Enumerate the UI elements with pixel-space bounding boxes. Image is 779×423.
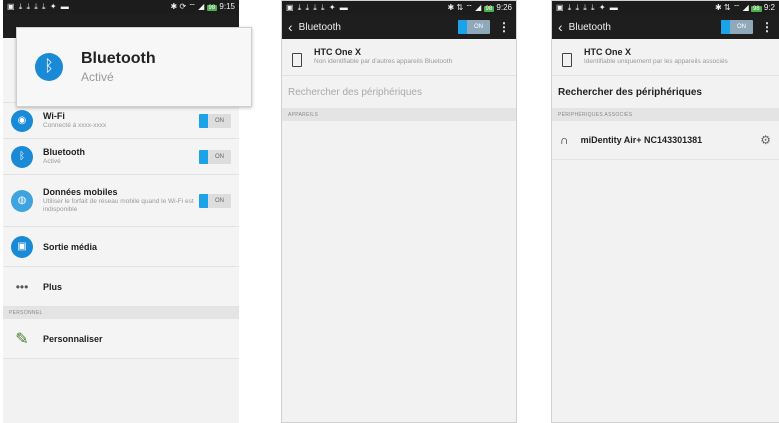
- battery-icon: 98: [483, 6, 495, 12]
- section-header-paired-devices: PÉRIPHÉRIQUES ASSOCIÉS: [552, 109, 779, 121]
- bluetooth-title: Bluetooth: [43, 146, 85, 157]
- clock: 9:2: [763, 3, 775, 12]
- clock: 9:15: [219, 2, 235, 11]
- notification-icons: ▣ ⤓ ⤓ ⤓ ⤓ ✦ ▬: [286, 3, 349, 12]
- more-title: Plus: [43, 281, 63, 292]
- clock: 9:26: [496, 3, 512, 12]
- phone-icon: [562, 53, 572, 67]
- headphones-icon: ∩: [560, 133, 569, 147]
- search-devices-button[interactable]: Rechercher des périphériques: [282, 76, 516, 109]
- status-icons: ✱ ⟳ ⌔ ◢ 98 9:15: [171, 2, 235, 12]
- mobile-data-subtitle: Utiliser le forfait de réseau mobile qua…: [43, 197, 194, 213]
- phone-screen-bluetooth-hidden: ▣ ⤓ ⤓ ⤓ ⤓ ✦ ▬ ✱ ⇅ ⌔ ◢ 98 9:26 ‹ Bluetoot…: [281, 0, 517, 423]
- toggle-knob: [199, 193, 208, 208]
- mobile-data-icon: ◍: [11, 189, 33, 212]
- back-arrow-icon[interactable]: ‹: [288, 20, 293, 34]
- phone-screen-bluetooth-paired: ▣ ⤓ ⤓ ⤓ ⤓ ✦ ▬ ✱ ⇅ ⌔ ◢ 98 9:2 ‹ Bluetooth…: [551, 0, 779, 423]
- action-bar: ‹ Bluetooth ON ⋮: [552, 15, 779, 39]
- own-device-row[interactable]: HTC One X Identifiable uniquement par le…: [552, 39, 779, 76]
- toggle-label: ON: [215, 117, 224, 124]
- section-header-devices: APPAREILS: [282, 109, 516, 121]
- overflow-menu-icon[interactable]: ⋮: [498, 20, 510, 34]
- battery-icon: 98: [206, 5, 218, 11]
- callout-title: Bluetooth: [81, 50, 156, 67]
- more-icon: •••: [15, 279, 29, 294]
- system-status-icons: ✱ ⇅ ⌔ ◢: [447, 3, 482, 12]
- bluetooth-master-toggle[interactable]: ON: [458, 20, 490, 34]
- bluetooth-master-toggle[interactable]: ON: [721, 20, 753, 34]
- wifi-toggle[interactable]: ON: [199, 113, 231, 128]
- settings-row-wifi[interactable]: ◉ Wi-Fi Connecté à xxxx-xxxx ON: [3, 103, 239, 139]
- settings-row-mobile-data[interactable]: ◍ Données mobiles Utiliser le forfait de…: [3, 175, 239, 227]
- section-header-personal: PERSONNEL: [3, 307, 239, 319]
- toggle-knob: [199, 113, 208, 128]
- status-bar: ▣ ⤓ ⤓ ⤓ ⤓ ✦ ▬ ✱ ⇅ ⌔ ◢ 98 9:2: [552, 1, 779, 15]
- paired-device-name: miDentity Air+ NC143301381: [580, 135, 703, 145]
- page-title: Bluetooth: [568, 21, 611, 33]
- personalize-title: Personnaliser: [43, 333, 103, 344]
- settings-row-more[interactable]: ••• Plus: [3, 267, 239, 307]
- callout-subtitle: Activé: [81, 70, 114, 84]
- system-status-icons: ✱ ⇅ ⌔ ◢: [714, 3, 749, 12]
- paired-device-row[interactable]: ∩ miDentity Air+ NC143301381 ⚙: [552, 121, 779, 160]
- toggle-label: ON: [215, 197, 224, 204]
- bluetooth-subtitle: Activé: [43, 157, 61, 165]
- battery-icon: 98: [750, 6, 762, 12]
- status-icons: ✱ ⇅ ⌔ ◢ 98 9:2: [715, 3, 775, 13]
- settings-row-bluetooth[interactable]: ᛒ Bluetooth Activé ON: [3, 139, 239, 175]
- media-output-icon: ▣: [11, 235, 33, 258]
- status-bar: ▣ ⤓ ⤓ ⤓ ⤓ ✦ ▬ ✱ ⟳ ⌔ ◢ 98 9:15: [3, 0, 239, 14]
- device-name: HTC One X: [314, 47, 362, 57]
- overflow-menu-icon[interactable]: ⋮: [761, 20, 773, 34]
- device-visibility: Identifiable uniquement par les appareil…: [584, 58, 728, 65]
- toggle-label: ON: [215, 153, 224, 160]
- device-visibility: Non identifiable par d'autres appareils …: [314, 58, 453, 65]
- mobile-data-title: Données mobiles: [43, 186, 118, 197]
- brush-icon: ✎: [15, 330, 29, 348]
- page-title: Bluetooth: [298, 21, 341, 33]
- settings-row-personalize[interactable]: ✎ Personnaliser: [3, 319, 239, 359]
- search-devices-button[interactable]: Rechercher des périphériques: [552, 76, 779, 109]
- toggle-knob: [458, 20, 467, 34]
- notification-icons: ▣ ⤓ ⤓ ⤓ ⤓ ✦ ▬: [556, 3, 619, 12]
- gear-icon[interactable]: ⚙: [760, 133, 771, 147]
- own-device-row[interactable]: HTC One X Non identifiable par d'autres …: [282, 39, 516, 76]
- notification-icons: ▣ ⤓ ⤓ ⤓ ⤓ ✦ ▬: [7, 2, 70, 11]
- toggle-knob: [721, 20, 730, 34]
- bluetooth-icon: ᛒ: [11, 145, 33, 168]
- back-arrow-icon[interactable]: ‹: [558, 20, 563, 34]
- toggle-knob: [199, 149, 208, 164]
- mobile-data-toggle[interactable]: ON: [199, 193, 231, 208]
- bluetooth-icon: ᛒ: [35, 53, 63, 81]
- wifi-subtitle: Connecté à xxxx-xxxx: [43, 121, 107, 129]
- device-name: HTC One X: [584, 47, 632, 57]
- status-bar: ▣ ⤓ ⤓ ⤓ ⤓ ✦ ▬ ✱ ⇅ ⌔ ◢ 98 9:26: [282, 1, 516, 15]
- bluetooth-callout: ᛒ Bluetooth Activé: [16, 27, 252, 107]
- media-output-title: Sortie média: [43, 241, 98, 252]
- status-icons: ✱ ⇅ ⌔ ◢ 98 9:26: [448, 3, 512, 13]
- phone-icon: [292, 53, 302, 67]
- toggle-label: ON: [474, 24, 483, 30]
- wifi-title: Wi-Fi: [43, 110, 65, 121]
- settings-row-media-output[interactable]: ▣ Sortie média: [3, 227, 239, 267]
- action-bar: ‹ Bluetooth ON ⋮: [282, 15, 516, 39]
- bluetooth-toggle[interactable]: ON: [199, 149, 231, 164]
- toggle-label: ON: [737, 24, 746, 30]
- system-status-icons: ✱ ⟳ ⌔ ◢: [170, 2, 205, 11]
- wifi-icon: ◉: [11, 109, 33, 132]
